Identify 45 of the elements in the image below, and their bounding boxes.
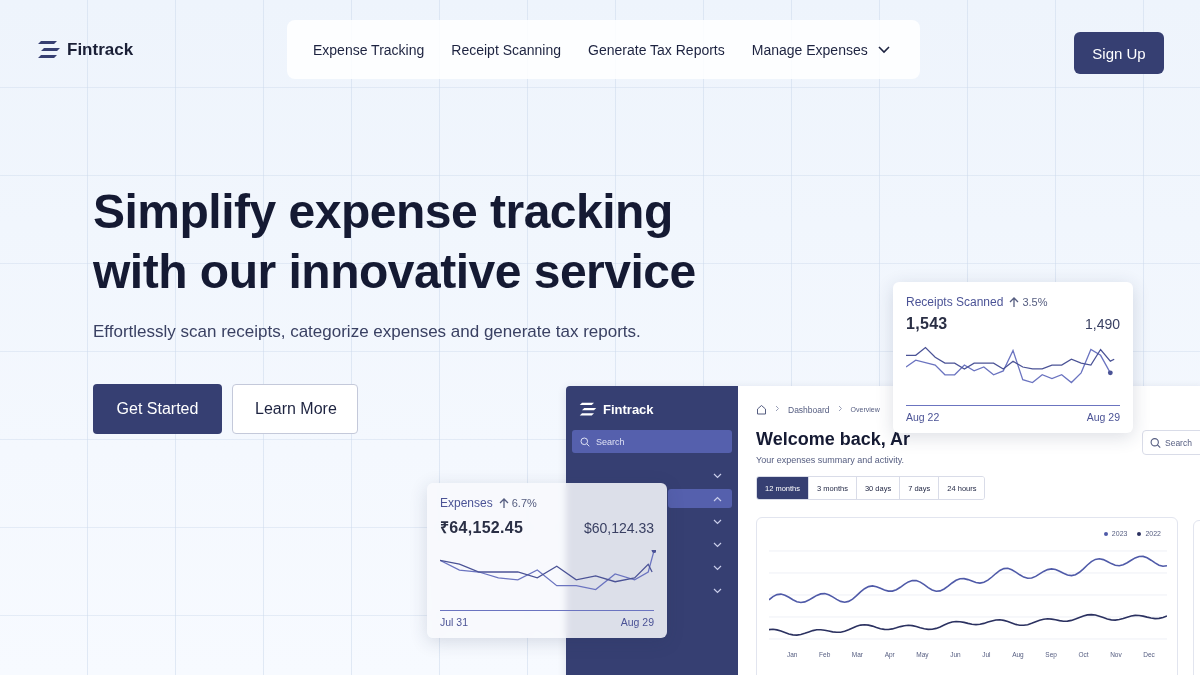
- nav-link[interactable]: Manage Expenses: [751, 41, 890, 58]
- search-field[interactable]: Search: [572, 430, 732, 453]
- date-label: Aug 29: [620, 616, 654, 628]
- stat-compare: $60,124.33: [583, 520, 654, 536]
- search-field[interactable]: Search: [1142, 430, 1200, 455]
- breadcrumb-link[interactable]: Dashboard: [788, 404, 830, 415]
- chevron-right-icon: [837, 405, 843, 414]
- learn-more-button[interactable]: Learn More: [232, 384, 358, 434]
- hero-subtitle: Effortlessly scan receipts, categorize expenses and generate tax reports.: [93, 322, 641, 342]
- home-icon: [756, 404, 767, 415]
- brand-name: Fintrack: [603, 402, 654, 417]
- date-label: Aug 22: [906, 411, 940, 423]
- brand-name: Fintrack: [67, 40, 134, 60]
- sidebar-item[interactable]: [668, 489, 732, 508]
- page-heading: Welcome back, Ar: [756, 429, 911, 450]
- stat-value: ₹64,152.45: [440, 518, 524, 538]
- date-label: Jul 31: [440, 616, 469, 628]
- chevron-down-icon: [713, 518, 722, 525]
- chevron-up-icon: [713, 495, 722, 502]
- stat-change: 6.7%: [511, 497, 537, 509]
- stat-change: 3.5%: [1022, 296, 1048, 308]
- page-subheading: Your expenses summary and activity.: [756, 455, 906, 465]
- logo-icon: [37, 40, 61, 60]
- stat-value: 1,543: [906, 315, 948, 333]
- chevron-down-icon: [713, 472, 722, 479]
- stat-title: Expenses: [440, 496, 493, 510]
- get-started-button[interactable]: Get Started: [93, 384, 222, 434]
- arrow-up-icon: [498, 497, 509, 509]
- search-icon: [580, 436, 590, 447]
- nav-link[interactable]: Generate Tax Reports: [588, 41, 725, 58]
- logo-icon: [579, 402, 597, 417]
- chevron-down-icon: [713, 564, 722, 571]
- stat-compare: 1,490: [1084, 316, 1120, 332]
- chevron-down-icon: [713, 587, 722, 594]
- nav-link[interactable]: Receipt Scanning: [451, 41, 562, 58]
- chevron-down-icon: [713, 541, 722, 548]
- stat-title: Receipts Scanned: [906, 295, 1004, 309]
- date-label: Aug 29: [1086, 411, 1120, 423]
- nav-link[interactable]: Expense Tracking: [313, 41, 425, 58]
- chevron-right-icon: [775, 405, 780, 414]
- arrow-up-icon: [1009, 296, 1020, 308]
- search-icon: [1150, 437, 1161, 448]
- hero-title: Simplify expense tracking with our innovative service: [93, 184, 696, 300]
- sign-up-button[interactable]: Sign Up: [1074, 32, 1164, 74]
- chevron-down-icon: [877, 45, 890, 54]
